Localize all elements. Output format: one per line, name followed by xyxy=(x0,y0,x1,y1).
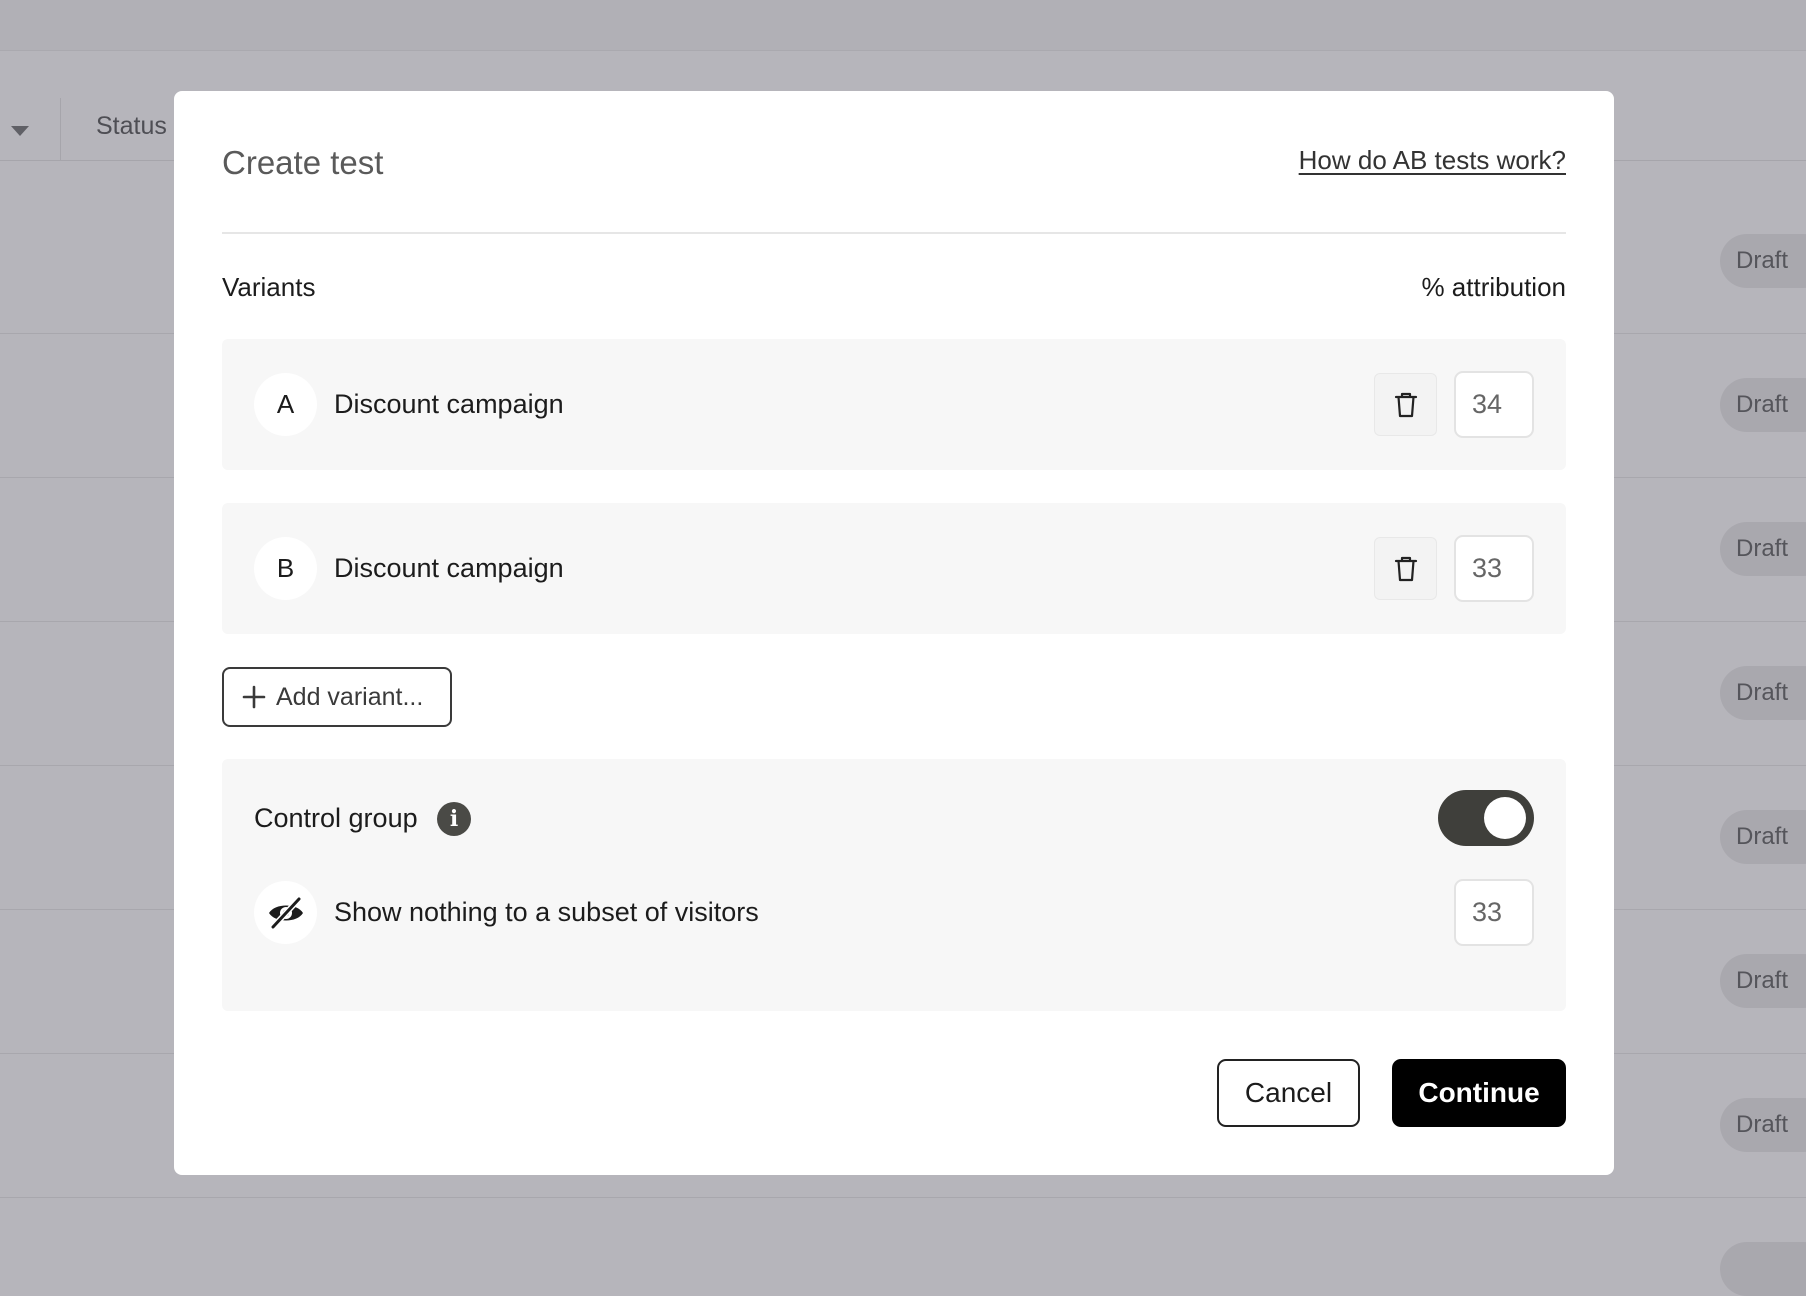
create-test-modal: Create test How do AB tests work? Varian… xyxy=(174,91,1614,1175)
add-variant-button[interactable]: Add variant... xyxy=(222,667,452,727)
modal-title: Create test xyxy=(222,144,384,181)
variant-row-a: A Discount campaign xyxy=(222,339,1566,470)
variant-letter-badge: A xyxy=(254,373,317,436)
variant-row-b: B Discount campaign xyxy=(222,503,1566,634)
status-badge: Draft xyxy=(1720,522,1806,576)
variant-attribution-input[interactable] xyxy=(1454,371,1534,438)
variant-attribution-input[interactable] xyxy=(1454,535,1534,602)
status-badge: Draft xyxy=(1720,954,1806,1008)
status-badge: Draft xyxy=(1720,810,1806,864)
title-divider xyxy=(222,232,1566,234)
variant-name: Discount campaign xyxy=(334,389,564,419)
variant-name: Discount campaign xyxy=(334,553,564,583)
attribution-label: % attribution xyxy=(1421,272,1566,302)
variants-label: Variants xyxy=(222,272,316,302)
continue-button[interactable]: Continue xyxy=(1392,1059,1566,1127)
sort-caret-icon[interactable] xyxy=(11,126,29,136)
add-variant-label: Add variant... xyxy=(276,682,424,711)
status-column-header[interactable]: Status xyxy=(96,112,167,141)
status-badge-partial xyxy=(1720,1242,1806,1296)
status-badge: Draft xyxy=(1720,234,1806,288)
control-group-description: Show nothing to a subset of visitors xyxy=(334,897,759,927)
status-badge: Draft xyxy=(1720,378,1806,432)
ab-tests-help-link[interactable]: How do AB tests work? xyxy=(1299,145,1566,176)
delete-variant-button[interactable] xyxy=(1374,373,1437,436)
control-group-label: Control group xyxy=(254,803,418,833)
plus-icon xyxy=(242,685,266,709)
page-top-band xyxy=(0,0,1806,51)
toggle-knob xyxy=(1484,797,1526,839)
trash-icon xyxy=(1394,556,1417,581)
cancel-button[interactable]: Cancel xyxy=(1217,1059,1360,1127)
eye-off-icon xyxy=(268,896,303,929)
column-divider xyxy=(60,98,61,161)
info-icon[interactable]: i xyxy=(437,802,471,836)
status-badge: Draft xyxy=(1720,1098,1806,1152)
control-group-panel: Control group i Show nothing to a subset… xyxy=(222,759,1566,1011)
trash-icon xyxy=(1394,392,1417,417)
control-attribution-input[interactable] xyxy=(1454,879,1534,946)
control-group-toggle[interactable] xyxy=(1438,790,1534,846)
table-row-divider xyxy=(0,1197,1806,1198)
eye-off-icon-badge xyxy=(254,881,317,944)
status-badge: Draft xyxy=(1720,666,1806,720)
variant-letter-badge: B xyxy=(254,537,317,600)
delete-variant-button[interactable] xyxy=(1374,537,1437,600)
